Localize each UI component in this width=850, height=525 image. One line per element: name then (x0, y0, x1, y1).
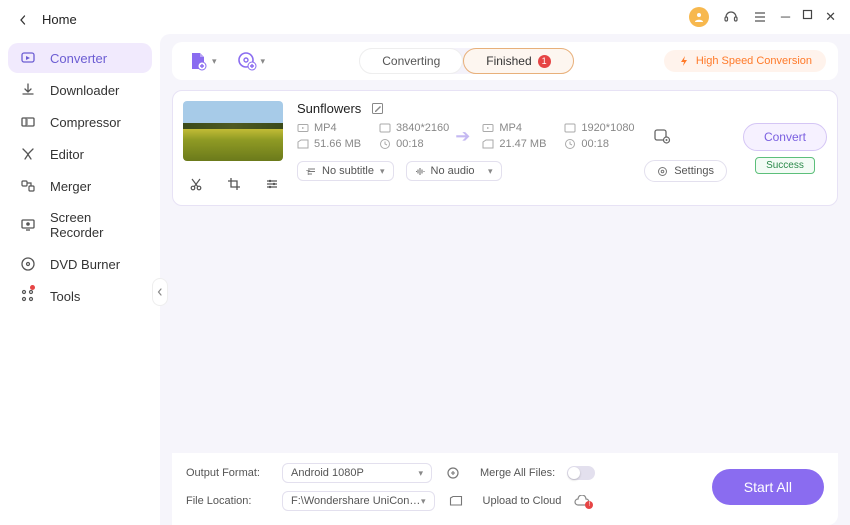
resolution-icon (564, 122, 576, 134)
format-icon (297, 122, 309, 134)
sidebar-item-compressor[interactable]: Compressor (8, 107, 152, 137)
dst-resolution: 1920*1080 (564, 122, 634, 134)
sidebar-item-label: Compressor (50, 115, 121, 130)
home-label[interactable]: Home (42, 12, 77, 27)
crop-icon[interactable] (221, 173, 247, 195)
subtitle-icon: T (306, 166, 317, 177)
sidebar-item-screen-recorder[interactable]: Screen Recorder (8, 203, 152, 247)
chevron-down-icon: ▾ (418, 468, 423, 479)
high-speed-conversion-button[interactable]: High Speed Conversion (664, 50, 826, 72)
item-title: Sunflowers (297, 101, 361, 116)
back-icon[interactable] (18, 15, 28, 25)
sidebar-item-dvd-burner[interactable]: DVD Burner (8, 249, 152, 279)
footer: Output Format: Android 1080P▾ Merge All … (172, 453, 838, 525)
sidebar-item-label: Downloader (50, 83, 119, 98)
tab-converting[interactable]: Converting (359, 48, 463, 74)
chevron-down-icon: ▾ (380, 166, 385, 177)
sidebar-item-tools[interactable]: Tools (8, 281, 152, 311)
start-all-button[interactable]: Start All (712, 469, 824, 505)
src-size: 51.66 MB (297, 138, 361, 150)
add-file-button[interactable]: ▾ (184, 49, 221, 73)
svg-text:T: T (306, 170, 311, 177)
sidebar-item-label: Merger (50, 179, 91, 194)
chevron-down-icon: ▾ (421, 496, 426, 507)
sidebar-item-merger[interactable]: Merger (8, 171, 152, 201)
conversion-item: Sunflowers MP4 3840*2160 51.66 MB 00:18 … (172, 90, 838, 206)
chevron-down-icon: ▾ (261, 56, 266, 67)
output-settings-icon[interactable] (444, 466, 462, 480)
src-resolution: 3840*2160 (379, 122, 449, 134)
finished-count-badge: 1 (538, 55, 551, 68)
edit-title-icon[interactable] (371, 102, 384, 115)
sidebar-item-label: Screen Recorder (50, 210, 140, 240)
support-icon[interactable] (723, 9, 739, 25)
gear-icon (657, 166, 668, 177)
add-dvd-button[interactable]: ▾ (233, 49, 270, 73)
item-settings-button[interactable]: Settings (644, 160, 727, 182)
maximize-icon[interactable] (802, 9, 813, 25)
toolbar: ▾ ▾ Converting Finished 1 High Speed Con… (172, 42, 838, 80)
chevron-down-icon: ▾ (212, 56, 217, 67)
sidebar-item-label: Editor (50, 147, 84, 162)
audio-icon (415, 166, 426, 177)
file-location-select[interactable]: F:\Wondershare UniConverter 1▾ (282, 491, 435, 511)
resolution-icon (379, 122, 391, 134)
status-badge: Success (755, 157, 815, 174)
collapse-handle-icon[interactable] (152, 278, 168, 306)
status-tabs: Converting Finished 1 (359, 48, 573, 74)
cut-icon[interactable] (183, 173, 209, 195)
chevron-down-icon: ▾ (488, 166, 493, 177)
arrow-right-icon: ➔ (449, 126, 476, 147)
user-avatar-icon[interactable] (689, 7, 709, 27)
dst-size: 21.47 MB (482, 138, 546, 150)
cloud-icon[interactable]: ! (573, 495, 591, 507)
dst-format: MP4 (482, 122, 546, 134)
minimize-icon[interactable]: ─ (781, 9, 790, 25)
upload-cloud-label: Upload to Cloud (483, 495, 562, 507)
sidebar-item-label: DVD Burner (50, 257, 120, 272)
output-format-select[interactable]: Android 1080P▾ (282, 463, 432, 483)
sidebar-item-label: Tools (50, 289, 80, 304)
src-format: MP4 (297, 122, 361, 134)
output-settings-icon[interactable] (653, 127, 671, 145)
bolt-icon (678, 55, 690, 67)
src-duration: 00:18 (379, 138, 443, 150)
dst-duration: 00:18 (564, 138, 628, 150)
editor-icon (20, 146, 36, 162)
clock-icon (564, 138, 576, 150)
convert-button[interactable]: Convert (743, 123, 827, 151)
file-location-label: File Location: (186, 495, 270, 507)
tab-finished[interactable]: Finished 1 (463, 48, 573, 74)
sidebar-item-downloader[interactable]: Downloader (8, 75, 152, 105)
screen-recorder-icon (20, 217, 36, 233)
clock-icon (379, 138, 391, 150)
close-icon[interactable]: ✕ (825, 9, 836, 25)
merge-toggle[interactable] (567, 466, 595, 480)
format-icon (482, 122, 494, 134)
tools-icon (20, 288, 36, 304)
downloader-icon (20, 82, 36, 98)
sidebar-item-editor[interactable]: Editor (8, 139, 152, 169)
dvd-icon (20, 256, 36, 272)
converter-icon (20, 50, 36, 66)
sidebar-item-converter[interactable]: Converter (8, 43, 152, 73)
size-icon (297, 138, 309, 150)
audio-select[interactable]: No audio ▾ (406, 161, 502, 181)
sidebar-item-label: Converter (50, 51, 107, 66)
output-format-label: Output Format: (186, 467, 270, 479)
size-icon (482, 138, 494, 150)
subtitle-select[interactable]: TNo subtitle ▾ (297, 161, 394, 181)
video-thumbnail[interactable] (183, 101, 283, 161)
main-area: ▾ ▾ Converting Finished 1 High Speed Con… (160, 34, 850, 525)
compressor-icon (20, 114, 36, 130)
open-folder-icon[interactable] (447, 494, 465, 508)
merge-label: Merge All Files: (480, 467, 555, 479)
sidebar: Home Converter Downloader Compressor Edi… (0, 0, 160, 525)
merger-icon (20, 178, 36, 194)
topbar: ─ ✕ (160, 0, 850, 34)
menu-icon[interactable] (753, 10, 767, 24)
effect-icon[interactable] (259, 173, 285, 195)
